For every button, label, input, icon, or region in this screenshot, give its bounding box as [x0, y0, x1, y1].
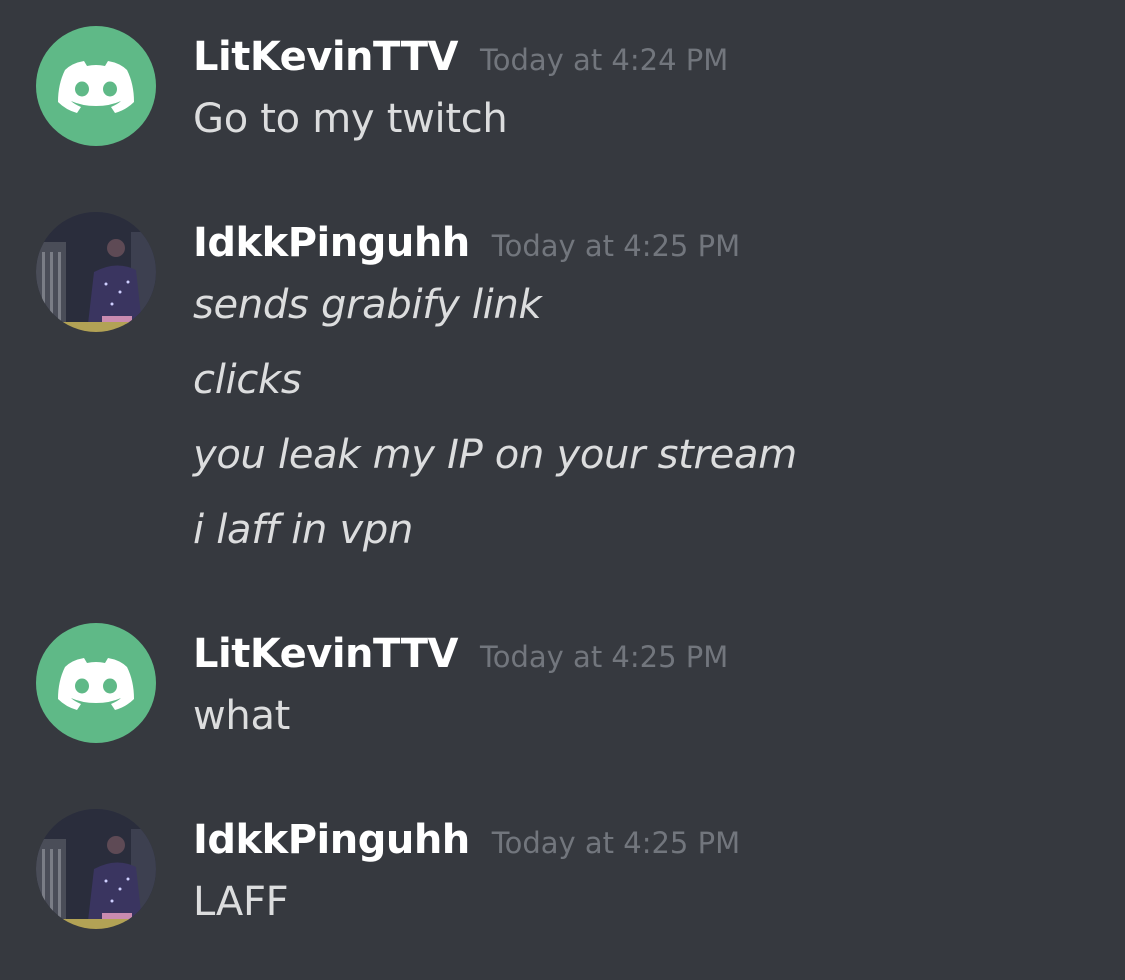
- avatar[interactable]: [36, 809, 156, 929]
- message-header: LitKevinTTV Today at 4:24 PM: [193, 34, 728, 80]
- message-text: clicks: [193, 357, 302, 403]
- user-photo-icon: [36, 212, 156, 332]
- discord-logo-icon: [58, 61, 134, 113]
- timestamp: Today at 4:24 PM: [479, 43, 729, 77]
- avatar[interactable]: [36, 212, 156, 332]
- message-text: i laff in vpn: [193, 507, 414, 553]
- timestamp: Today at 4:25 PM: [491, 229, 741, 263]
- user-photo-icon: [36, 809, 156, 929]
- chat-message-list: LitKevinTTV Today at 4:24 PM Go to my twi…: [0, 0, 1125, 980]
- message-header: IdkkPinguhh Today at 4:25 PM: [193, 220, 740, 266]
- timestamp: Today at 4:25 PM: [479, 640, 729, 674]
- message-text: LAFF: [193, 879, 289, 925]
- message-header: LitKevinTTV Today at 4:25 PM: [193, 631, 728, 677]
- username[interactable]: LitKevinTTV: [193, 34, 458, 80]
- message-text: sends grabify link: [193, 282, 542, 328]
- message-text: Go to my twitch: [193, 96, 508, 142]
- discord-logo-icon: [58, 658, 134, 710]
- username[interactable]: IdkkPinguhh: [193, 220, 470, 266]
- avatar[interactable]: [36, 623, 156, 743]
- username[interactable]: IdkkPinguhh: [193, 817, 470, 863]
- username[interactable]: LitKevinTTV: [193, 631, 458, 677]
- timestamp: Today at 4:25 PM: [491, 826, 741, 860]
- message-text: what: [193, 693, 291, 739]
- message-text: you leak my IP on your stream: [193, 432, 797, 478]
- avatar[interactable]: [36, 26, 156, 146]
- message-header: IdkkPinguhh Today at 4:25 PM: [193, 817, 740, 863]
